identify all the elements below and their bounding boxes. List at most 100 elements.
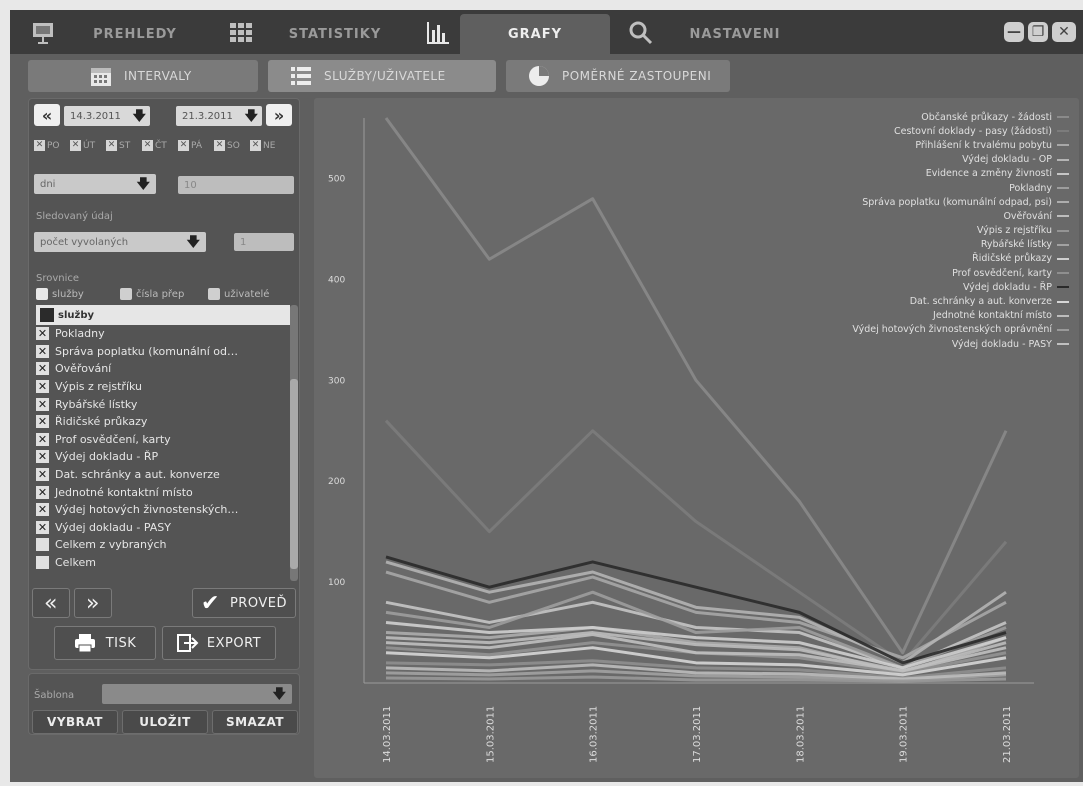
date-prev-button[interactable]: « xyxy=(34,104,60,126)
checkbox-icon[interactable]: ✕ xyxy=(36,450,49,464)
pick-button[interactable]: VYBRAT xyxy=(32,710,118,734)
legend-swatch xyxy=(1057,215,1069,218)
checkbox-icon[interactable]: ✕ xyxy=(36,397,49,411)
checkbox-icon[interactable]: ✕ xyxy=(36,468,49,482)
list-item[interactable]: ✕ Výdej dokladu - ŘP xyxy=(36,448,290,466)
legend-swatch xyxy=(1057,328,1069,331)
minimize-icon[interactable]: — xyxy=(1004,22,1024,42)
checkbox-icon[interactable]: ✕ xyxy=(36,380,49,394)
list-item[interactable]: ✕ Celkem z vybraných xyxy=(36,536,290,554)
metric-input[interactable]: 1 xyxy=(234,233,294,251)
delete-button[interactable]: SMAZAT xyxy=(212,710,298,734)
checkbox-icon[interactable]: ✕ xyxy=(36,503,49,517)
tab-prehledy[interactable]: PREHLEDY xyxy=(70,14,200,54)
restore-icon[interactable]: ❐ xyxy=(1028,22,1048,42)
day-po[interactable]: ✕ PO xyxy=(34,140,60,151)
legend-item: Výdej dokladu - ŘP xyxy=(852,280,1069,294)
legend-item: Občanské průkazy - žádosti xyxy=(852,110,1069,124)
scrollbar-thumb[interactable] xyxy=(290,379,298,569)
list-item-label: Ověřování xyxy=(55,362,112,376)
radio-uzivatele[interactable]: uživatelé xyxy=(208,288,269,300)
export-button[interactable]: EXPORT xyxy=(162,626,276,660)
legend-label: Výdej hotových živnostenských oprávnění xyxy=(852,324,1052,336)
x-tick-label: 21.03.2011 xyxy=(1002,706,1013,763)
day-ut[interactable]: ✕ ÚT xyxy=(70,140,95,151)
print-button[interactable]: TISK xyxy=(54,626,156,660)
template-select[interactable]: 🡇 xyxy=(102,684,292,704)
subtab-sluzby-uzivatele[interactable]: SLUŽBY/UŽIVATELE xyxy=(268,60,496,92)
x-tick-label: 16.03.2011 xyxy=(589,706,600,763)
list-scrollbar[interactable] xyxy=(290,305,298,581)
checkbox-icon[interactable]: ✕ xyxy=(36,415,49,429)
run-button[interactable]: ✔ PROVEĎ xyxy=(192,588,296,618)
list-item[interactable]: ✕ Pokladny xyxy=(36,325,290,343)
subtab-intervaly[interactable]: INTERVALY xyxy=(28,60,258,92)
tab-statistiky[interactable]: STATISTIKY xyxy=(270,14,400,54)
legend-label: Pokladny xyxy=(1009,182,1052,194)
checkbox-icon[interactable]: ✕ xyxy=(36,362,49,376)
export-icon xyxy=(176,634,199,652)
export-label: EXPORT xyxy=(206,635,262,651)
group-by-select[interactable]: dni 🡇 xyxy=(34,174,156,194)
save-button[interactable]: ULOŽIT xyxy=(122,710,208,734)
legend-label: Prof osvědčení, karty xyxy=(952,267,1052,279)
next-button[interactable]: » xyxy=(74,588,112,618)
legend-item: Řidičské průkazy xyxy=(852,252,1069,266)
list-item[interactable]: ✕ Správa poplatku (komunální od… xyxy=(36,343,290,361)
metric-select[interactable]: počet vyvolaných 🡇 xyxy=(34,232,206,252)
list-item[interactable]: ✕ Ověřování xyxy=(36,360,290,378)
day-ne[interactable]: ✕ NE xyxy=(250,140,275,151)
checkbox-icon[interactable]: ✕ xyxy=(36,344,49,358)
y-tick-label: 100 xyxy=(328,578,345,588)
list-item-label: Pokladny xyxy=(55,327,105,341)
list-item[interactable]: ✕ Rybářské lístky xyxy=(36,395,290,413)
checkbox-icon[interactable]: ✕ xyxy=(36,327,49,341)
arrow-down-icon: 🡇 xyxy=(132,109,146,124)
tab-grafy[interactable]: GRAFY xyxy=(460,14,610,54)
legend-swatch xyxy=(1057,116,1069,119)
legend-item: Pokladny xyxy=(852,181,1069,195)
day-label: ST xyxy=(119,140,131,151)
legend-label: Jednotné kontaktní místo xyxy=(933,310,1052,322)
list-item[interactable]: ✕ Dat. schránky a aut. konverze xyxy=(36,466,290,484)
list-item[interactable]: ✕ Prof osvědčení, karty xyxy=(36,431,290,449)
date-next-button[interactable]: » xyxy=(266,104,292,126)
day-label: SO xyxy=(227,140,240,151)
list-item[interactable]: ✕ Celkem xyxy=(36,554,290,572)
legend-label: Výpis z rejstříku xyxy=(976,225,1052,237)
subtab-pomerne-zastoupeni[interactable]: POMĚRNÉ ZASTOUPENI xyxy=(506,60,730,92)
prev-button[interactable]: « xyxy=(32,588,70,618)
legend-item: Ověřování xyxy=(852,209,1069,223)
day-so[interactable]: ✕ SO xyxy=(214,140,240,151)
legend-label: Rybářské lístky xyxy=(980,239,1052,251)
list-item[interactable]: ✕ Výpis z rejstříku xyxy=(36,378,290,396)
legend-label: Správa poplatku (komunální odpad, psi) xyxy=(862,196,1052,208)
day-pa[interactable]: ✕ PÁ xyxy=(178,140,202,151)
legend-swatch xyxy=(1057,314,1069,317)
legend-swatch xyxy=(1057,343,1069,346)
checkbox-icon[interactable]: ✕ xyxy=(36,432,49,446)
calendar-icon xyxy=(91,68,111,86)
checkbox-icon[interactable]: ✕ xyxy=(36,538,49,552)
checkbox-icon[interactable]: ✕ xyxy=(36,485,49,499)
date-to-field[interactable]: 21.3.2011 🡇 xyxy=(176,106,262,126)
date-from-field[interactable]: 14.3.2011 🡇 xyxy=(64,106,150,126)
tab-nastaveni[interactable]: NASTAVENI xyxy=(665,14,805,54)
close-icon[interactable]: ✕ xyxy=(1052,22,1076,42)
date-from-value: 14.3.2011 xyxy=(70,110,121,122)
list-item[interactable]: ✕ Výdej hotových živnostenských… xyxy=(36,501,290,519)
checkbox-icon[interactable]: ✕ xyxy=(36,556,49,570)
legend-swatch xyxy=(1057,286,1069,289)
list-item[interactable]: ✕ Řidičské průkazy xyxy=(36,413,290,431)
list-header[interactable]: služby xyxy=(36,305,290,325)
check-icon: ✕ xyxy=(106,140,117,151)
day-st[interactable]: ✕ ST xyxy=(106,140,130,151)
day-ct[interactable]: ✕ ČT xyxy=(142,140,167,151)
list-item[interactable]: ✕ Výdej dokladu - PASY xyxy=(36,519,290,537)
list-item[interactable]: ✕ Jednotné kontaktní místo xyxy=(36,483,290,501)
x-tick-label: 18.03.2011 xyxy=(795,706,806,763)
radio-sluzby[interactable]: služby xyxy=(36,288,84,300)
group-input[interactable]: 10 xyxy=(178,176,294,194)
checkbox-icon[interactable]: ✕ xyxy=(36,520,49,534)
radio-cisla[interactable]: čísla přep xyxy=(120,288,184,300)
